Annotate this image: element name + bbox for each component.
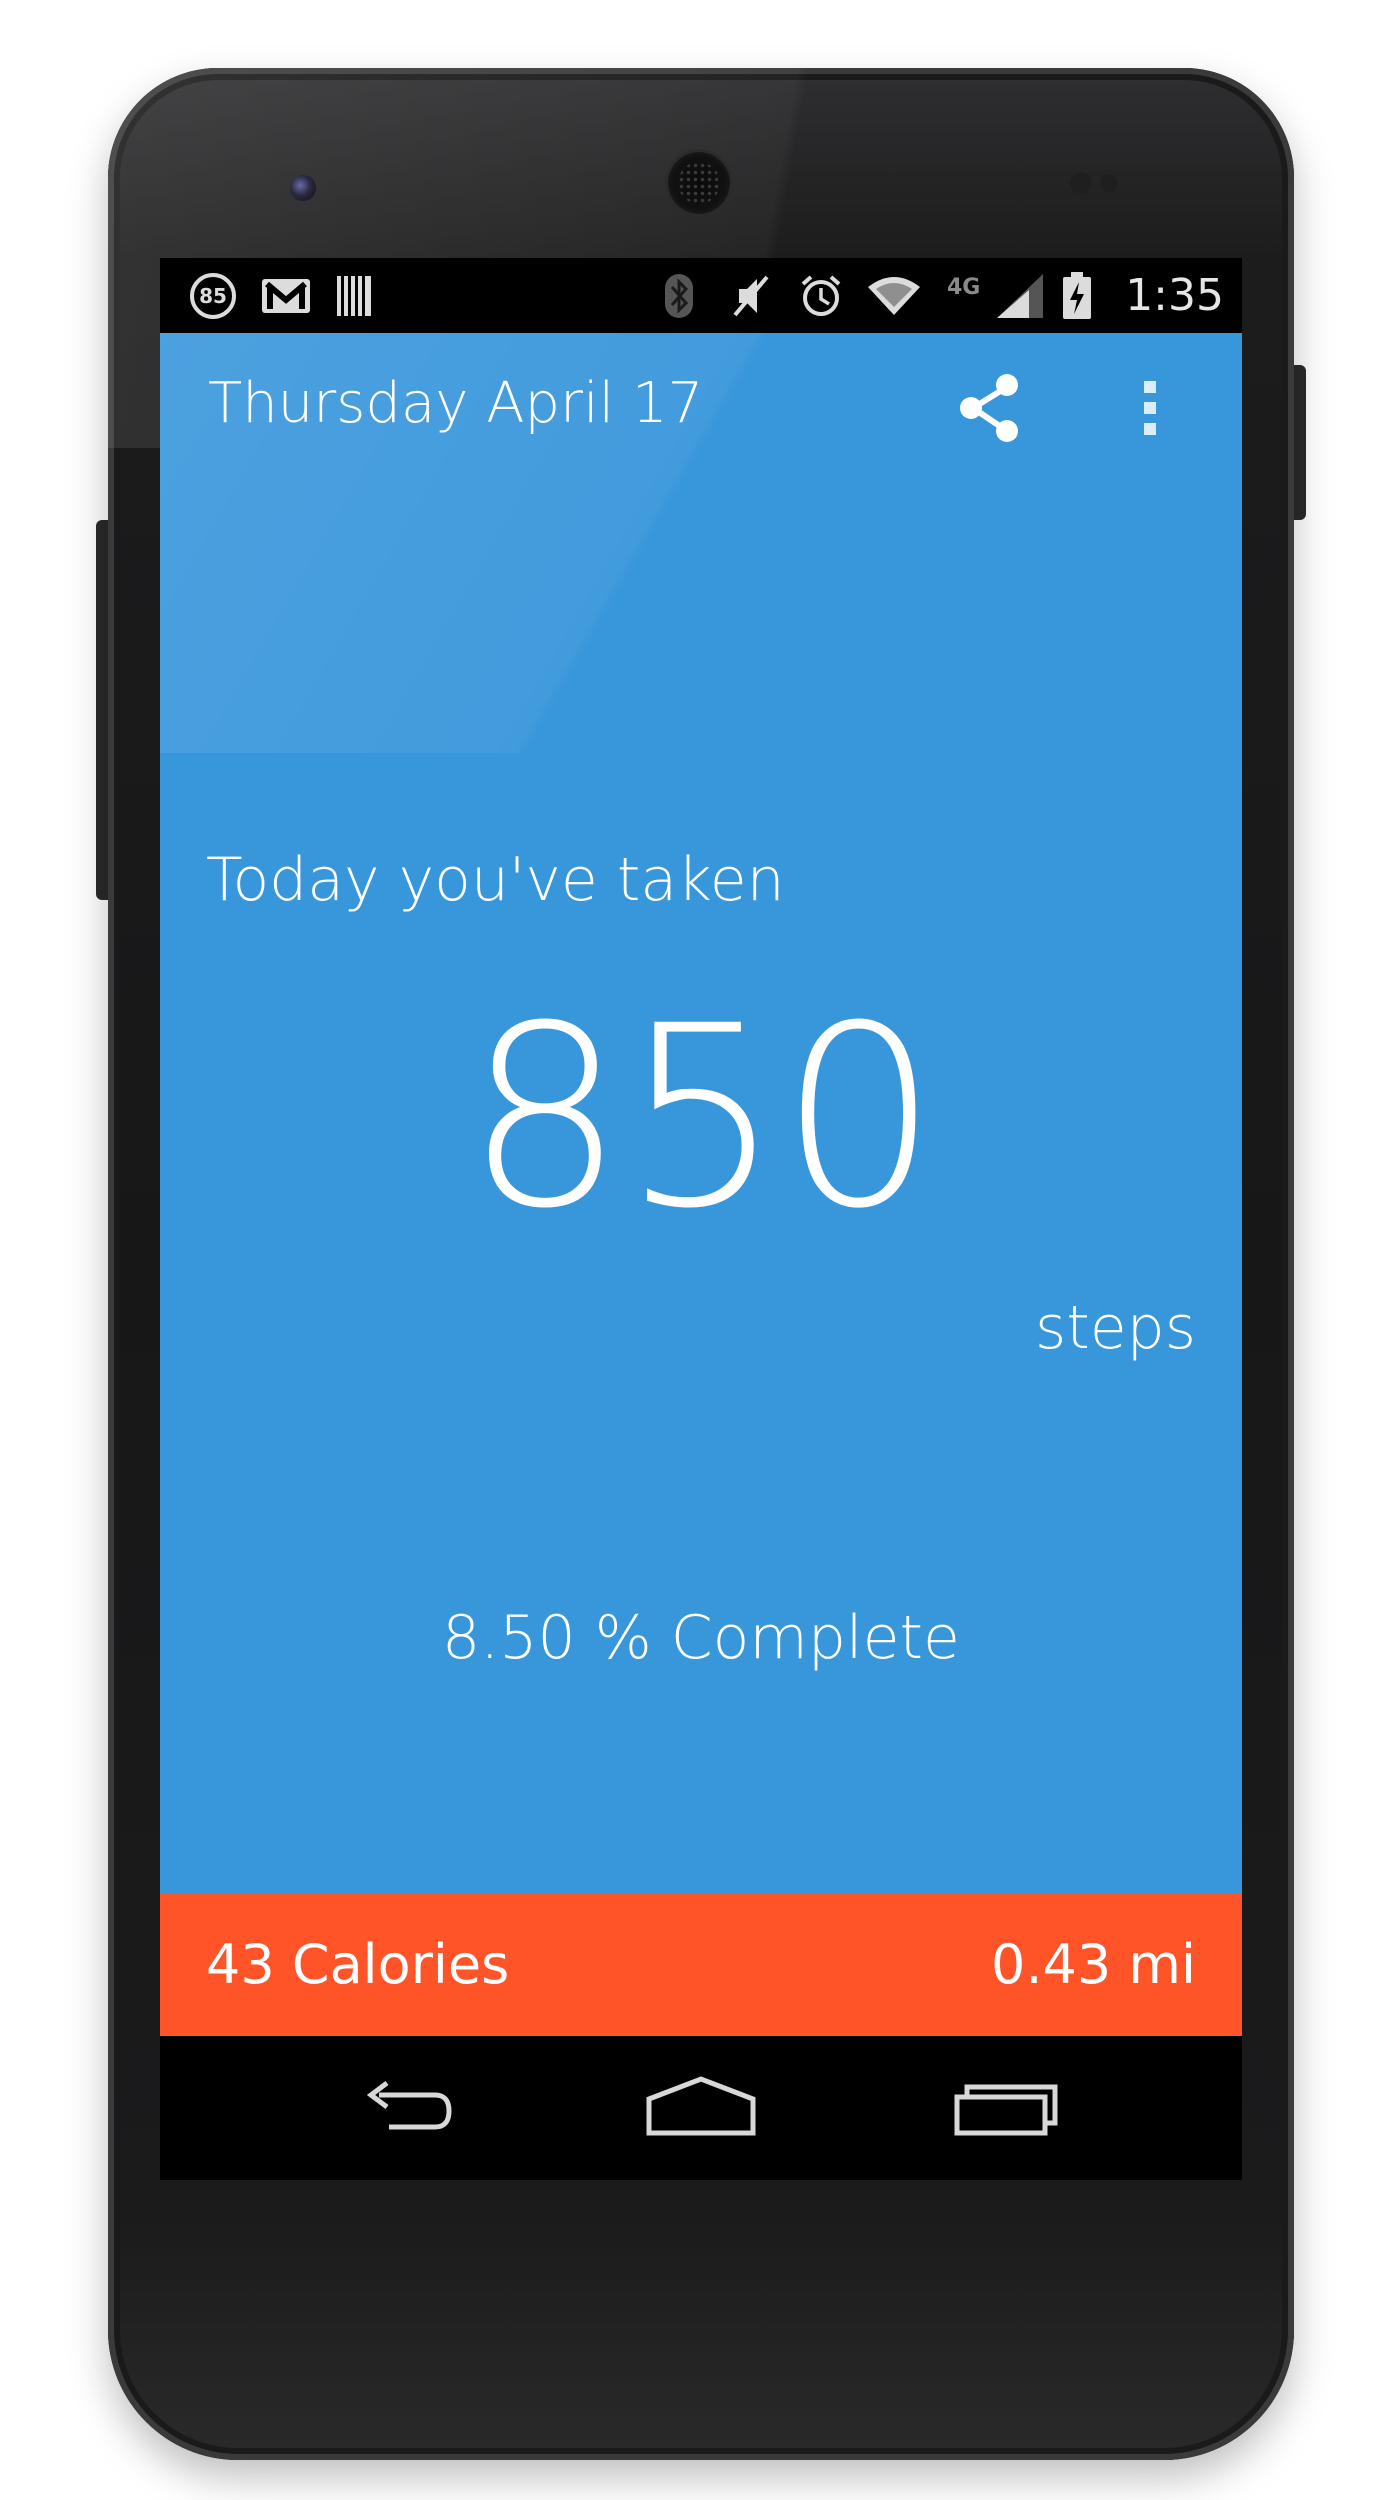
recent-apps-button[interactable] [944,2066,1074,2150]
lte-signal-icon: 4G [946,272,1046,320]
overflow-menu-button[interactable] [1120,363,1180,453]
light-sensor [1100,174,1118,192]
proximity-sensor [1070,172,1092,194]
stats-bar: 43 Calories 0.43 mi [160,1893,1242,2036]
svg-text:4G: 4G [947,275,980,300]
wifi-icon [866,272,922,320]
vibrate-off-icon [728,272,774,320]
status-bar: 85 4G 1:35 [160,258,1242,333]
home-button[interactable] [636,2066,766,2150]
back-button[interactable] [339,2066,469,2150]
alarm-icon [796,272,846,320]
back-icon [366,2081,452,2130]
bluetooth-icon [660,272,698,320]
overflow-menu-icon [1144,381,1156,435]
share-icon [960,374,1018,442]
phone-screen: 85 4G 1:35 Thursday April 17 Today you'v… [160,258,1242,2180]
power-button [1292,365,1306,520]
recent-apps-icon [954,2084,1058,2136]
share-button[interactable] [945,363,1035,453]
battery-charging-icon [1060,272,1094,320]
barcode-icon [332,272,378,320]
speed-limit-85-icon: 85 [186,272,240,320]
calories-label: 43 Calories [206,1933,510,1996]
distance-label: 0.43 mi [990,1933,1196,1996]
navigation-bar [160,2036,1242,2180]
steps-unit-label: steps [1034,1293,1196,1363]
progress-percent-text: 8.50 % Complete [442,1603,960,1673]
intro-text: Today you've taken [206,845,785,915]
earpiece-speaker [668,152,730,214]
svg-text:85: 85 [199,284,227,308]
step-count: 850 [465,972,938,1263]
app-content: Thursday April 17 Today you've taken 850… [160,333,1242,1893]
status-time: 1:35 [1125,270,1224,321]
home-icon [646,2076,756,2136]
action-bar-title: Thursday April 17 [208,371,704,436]
front-camera [290,175,316,201]
gmail-icon [258,272,314,320]
